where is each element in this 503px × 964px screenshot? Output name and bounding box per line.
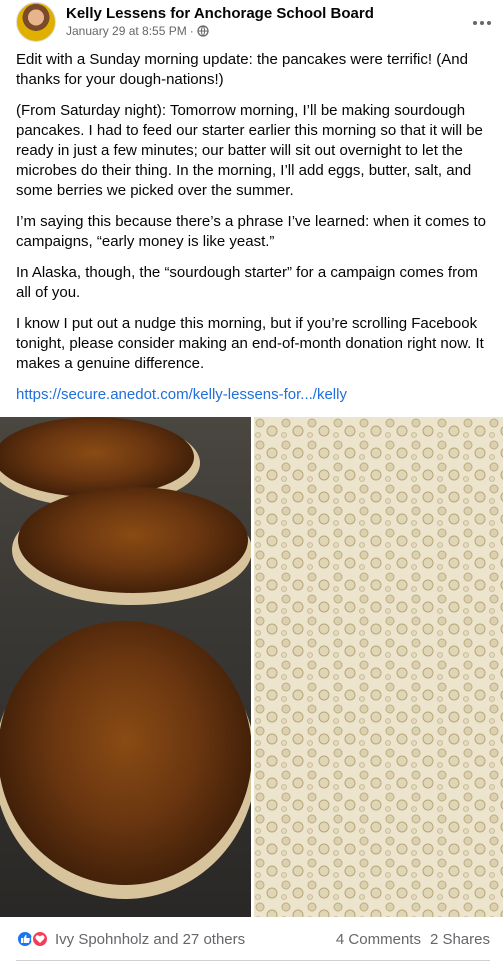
author-name[interactable]: Kelly Lessens for Anchorage School Board	[66, 5, 374, 22]
author-avatar[interactable]	[16, 2, 56, 42]
post-paragraph: In Alaska, though, the “sourdough starte…	[16, 264, 478, 301]
facebook-post: Kelly Lessens for Anchorage School Board…	[0, 0, 503, 964]
batter-photo[interactable]	[254, 417, 503, 917]
post-footer: Ivy Spohnholz and 27 others 4 Comments 2…	[16, 924, 490, 954]
post-paragraph: I know I put out a nudge this morning, b…	[16, 315, 484, 372]
more-horizontal-icon	[472, 13, 492, 31]
reaction-icons[interactable]	[16, 930, 49, 948]
post-paragraph: I’m saying this because there’s a phrase…	[16, 213, 486, 250]
globe-icon[interactable]	[197, 25, 209, 37]
more-options-button[interactable]	[468, 8, 496, 36]
donation-link[interactable]: https://secure.anedot.com/kelly-lessens-…	[16, 386, 347, 403]
post-paragraph: (From Saturday night): Tomorrow morning,…	[16, 102, 483, 199]
post-timestamp[interactable]: January 29 at 8:55 PM	[66, 24, 187, 38]
post-body: Edit with a Sunday morning update: the p…	[16, 50, 490, 447]
post-header: Kelly Lessens for Anchorage School Board…	[16, 2, 496, 42]
post-meta: January 29 at 8:55 PM ·	[66, 24, 209, 38]
batter-bubbles	[254, 417, 503, 917]
meta-separator: ·	[189, 24, 194, 38]
photo-grid	[0, 417, 503, 917]
footer-divider	[16, 960, 490, 961]
reactors-text[interactable]: Ivy Spohnholz and 27 others	[55, 931, 245, 948]
pancakes-photo[interactable]	[0, 417, 251, 917]
post-paragraph: Edit with a Sunday morning update: the p…	[16, 51, 468, 88]
love-icon	[31, 930, 49, 948]
shares-count[interactable]: 2 Shares	[430, 931, 490, 948]
comments-count[interactable]: 4 Comments	[336, 931, 421, 948]
